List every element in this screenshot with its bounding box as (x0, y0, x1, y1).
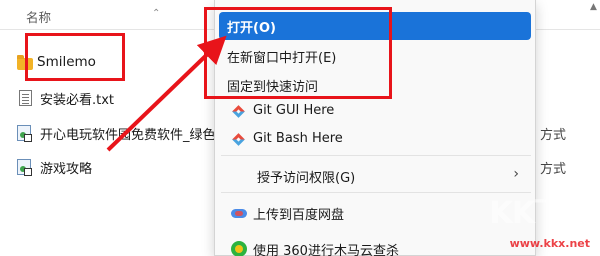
chevron-right-icon: › (513, 166, 519, 182)
sort-chevron-icon: ⌃ (152, 8, 161, 19)
menu-item-git-gui[interactable]: Git GUI Here (219, 98, 531, 126)
menu-item-label: Git GUI Here (253, 103, 335, 118)
menu-separator (221, 155, 531, 156)
menu-item-label: 上传到百度网盘 (253, 208, 345, 223)
menu-item-git-bash[interactable]: Git Bash Here (219, 126, 531, 154)
file-type: 方式 (540, 128, 567, 143)
internet-shortcut-icon (17, 125, 32, 142)
text-file-icon (19, 90, 32, 106)
file-name: 安装必看.txt (40, 93, 115, 108)
baidu-netdisk-icon (231, 205, 247, 221)
highlight-box-menu (204, 7, 392, 99)
watermark: KK下载 www.kkx.net (462, 188, 593, 252)
file-name: 开心电玩软件园免费软件_绿色软 (40, 128, 229, 143)
menu-item-label: Git Bash Here (253, 131, 343, 146)
scroll-up-arrow-icon[interactable]: ▲ (590, 2, 597, 12)
column-header-name[interactable]: 名称 (26, 7, 51, 26)
menu-item-label: 使用 360进行木马云查杀 (253, 244, 399, 256)
watermark-url: www.kkx.net (509, 237, 590, 250)
file-type: 方式 (540, 162, 567, 177)
file-name: 游戏攻略 (40, 162, 93, 177)
git-icon (231, 104, 247, 120)
menu-item-grant-access[interactable]: 授予访问权限(G) › (219, 162, 531, 190)
highlight-box-folder (25, 33, 125, 81)
360-icon (231, 241, 247, 256)
watermark-logo: KK下载 (489, 196, 593, 231)
internet-shortcut-icon (17, 159, 32, 176)
git-icon (231, 132, 247, 148)
menu-item-label: 授予访问权限(G) (257, 171, 356, 186)
